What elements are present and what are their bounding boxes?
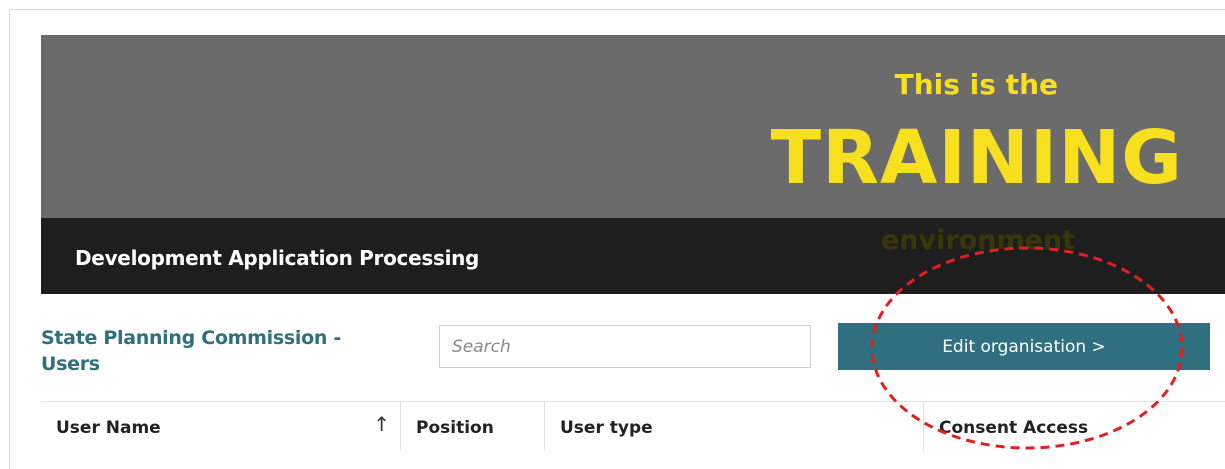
column-label: User type [560, 418, 653, 438]
column-header-user-name[interactable]: User Name ↑ [41, 402, 401, 451]
banner-line-2: TRAINING [770, 115, 1183, 201]
column-header-user-type[interactable]: User type [545, 402, 924, 451]
column-label: Position [416, 418, 494, 438]
users-table-header: User Name ↑ Position User type Consent A… [41, 401, 1225, 451]
arrow-up-icon[interactable]: ↑ [373, 412, 390, 436]
column-label: User Name [56, 418, 161, 438]
column-header-consent-access[interactable]: Consent Access [924, 402, 1225, 451]
app-title: Development Application Processing [75, 246, 480, 270]
page-title: State Planning Commission - Users [41, 327, 341, 375]
column-label: Consent Access [939, 418, 1089, 438]
banner-line-1: This is the [894, 68, 1058, 101]
training-banner: This is the TRAINING [41, 35, 1225, 218]
app-header: Development Application Processing envir… [41, 218, 1225, 294]
search-input[interactable] [439, 325, 811, 368]
banner-line-3: environment [881, 225, 1076, 256]
edit-organisation-button[interactable]: Edit organisation > [838, 323, 1210, 370]
column-header-position[interactable]: Position [401, 402, 545, 451]
